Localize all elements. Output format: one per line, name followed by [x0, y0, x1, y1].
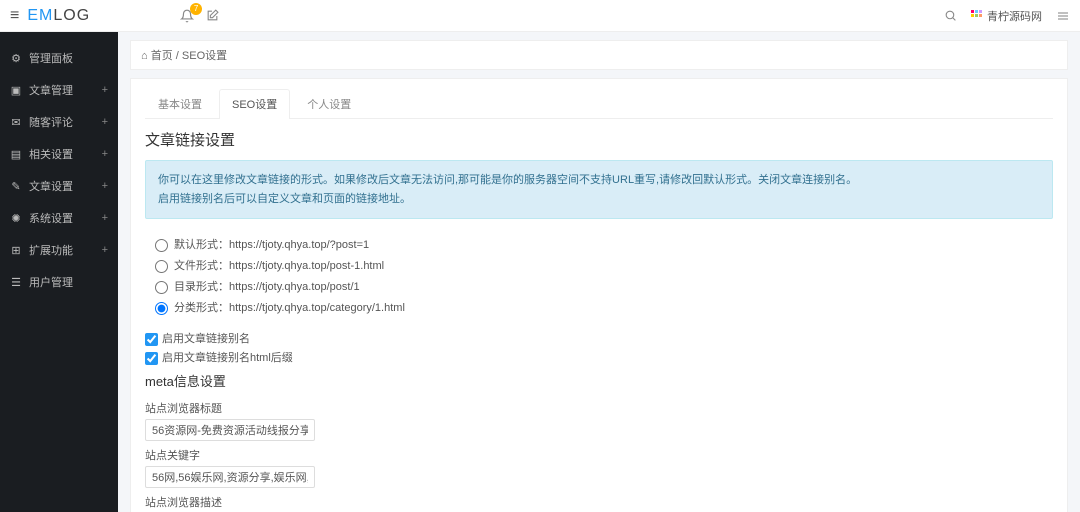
sidebar-icon: ⊞ [10, 244, 22, 257]
desc-label: 站点浏览器描述 [145, 494, 1053, 510]
sidebar-icon: ▤ [10, 148, 22, 161]
site-keywords-input[interactable] [145, 466, 315, 488]
sidebar-icon: ⚙ [10, 52, 22, 65]
url-radio-label: 默认形式： [174, 239, 229, 251]
alias-check-1[interactable]: 启用文章链接别名html后缀 [145, 349, 1053, 365]
url-format-radios: 默认形式：https://tjoty.qhya.top/?post=1文件形式：… [145, 229, 1053, 326]
settings-panel: 基本设置SEO设置个人设置 文章链接设置 你可以在这里修改文章链接的形式。如果修… [130, 78, 1068, 512]
url-format-option-0[interactable]: 默认形式：https://tjoty.qhya.top/?post=1 [155, 236, 1053, 252]
url-example: https://tjoty.qhya.top/post-1.html [229, 260, 384, 272]
sidebar-icon: ✉ [10, 116, 22, 129]
compose-icon[interactable] [206, 9, 219, 22]
alert-info: 你可以在这里修改文章链接的形式。如果修改后文章无法访问,那可能是你的服务器空间不… [145, 160, 1053, 219]
top-icons: 7 [180, 9, 219, 23]
user-menu-icon[interactable] [1056, 10, 1070, 22]
alias-checkbox-1[interactable] [145, 352, 158, 365]
sidebar-item-label: 用户管理 [29, 274, 73, 290]
sidebar-item-label: 文章管理 [29, 82, 73, 98]
sidebar-item-label: 随客评论 [29, 114, 73, 130]
sidebar-item-0[interactable]: ⚙ 管理面板 [0, 42, 118, 74]
url-radio-2[interactable] [155, 281, 168, 294]
notification-badge: 7 [190, 3, 202, 15]
sidebar-item-label: 系统设置 [29, 210, 73, 226]
url-format-option-2[interactable]: 目录形式：https://tjoty.qhya.top/post/1 [155, 278, 1053, 294]
sidebar: ⚙ 管理面板 ▣ 文章管理 + ✉ 随客评论 + ▤ 相关设置 + ✎ 文章设置 + ✺ 系统设置 + ⊞ 扩展功能… [0, 32, 118, 512]
expand-icon: + [102, 212, 108, 224]
url-example: https://tjoty.qhya.top/post/1 [229, 281, 360, 293]
home-icon: ⌂ [141, 50, 148, 62]
url-radio-3[interactable] [155, 302, 168, 315]
alert-line2: 启用链接别名后可以自定义文章和页面的链接地址。 [158, 190, 1040, 209]
sidebar-item-5[interactable]: ✺ 系统设置 + [0, 202, 118, 234]
sidebar-item-label: 相关设置 [29, 146, 73, 162]
url-radio-label: 分类形式： [174, 302, 229, 314]
breadcrumb-home[interactable]: 首页 [151, 50, 173, 62]
sidebar-icon: ▣ [10, 84, 22, 97]
meta-section-title: meta信息设置 [145, 371, 1053, 390]
top-right: 青柠源码网 [944, 8, 1070, 24]
alias-check-label: 启用文章链接别名 [162, 333, 250, 345]
keywords-label: 站点关键字 [145, 447, 1053, 463]
alias-check-0[interactable]: 启用文章链接别名 [145, 330, 1053, 346]
alias-checkbox-0[interactable] [145, 333, 158, 346]
site-name-text: 青柠源码网 [987, 8, 1042, 24]
sidebar-icon: ✎ [10, 180, 22, 193]
url-example: https://tjoty.qhya.top/?post=1 [229, 239, 369, 251]
url-example: https://tjoty.qhya.top/category/1.html [229, 302, 405, 314]
title-label: 站点浏览器标题 [145, 400, 1053, 416]
sidebar-item-6[interactable]: ⊞ 扩展功能 + [0, 234, 118, 266]
sidebar-item-label: 扩展功能 [29, 242, 73, 258]
url-radio-label: 文件形式： [174, 260, 229, 272]
alert-line1: 你可以在这里修改文章链接的形式。如果修改后文章无法访问,那可能是你的服务器空间不… [158, 171, 1040, 190]
expand-icon: + [102, 148, 108, 160]
link-section-title: 文章链接设置 [145, 129, 1053, 150]
tabs: 基本设置SEO设置个人设置 [145, 89, 1053, 119]
breadcrumb-sep: / [176, 50, 179, 62]
url-format-option-1[interactable]: 文件形式：https://tjoty.qhya.top/post-1.html [155, 257, 1053, 273]
sidebar-item-2[interactable]: ✉ 随客评论 + [0, 106, 118, 138]
breadcrumb: ⌂ 首页 / SEO设置 [130, 40, 1068, 70]
brand-log: LOG [53, 7, 90, 24]
sidebar-item-1[interactable]: ▣ 文章管理 + [0, 74, 118, 106]
url-radio-1[interactable] [155, 260, 168, 273]
brand[interactable]: EMLOG [27, 7, 90, 25]
sidebar-item-label: 文章设置 [29, 178, 73, 194]
url-format-option-3[interactable]: 分类形式：https://tjoty.qhya.top/category/1.h… [155, 299, 1053, 315]
sidebar-item-4[interactable]: ✎ 文章设置 + [0, 170, 118, 202]
search-icon[interactable] [944, 9, 957, 22]
expand-icon: + [102, 116, 108, 128]
expand-icon: + [102, 84, 108, 96]
expand-icon: + [102, 244, 108, 256]
main-content: ⌂ 首页 / SEO设置 基本设置SEO设置个人设置 文章链接设置 你可以在这里… [118, 32, 1080, 512]
breadcrumb-current: SEO设置 [182, 50, 227, 62]
sidebar-icon: ✺ [10, 212, 22, 225]
sidebar-item-7[interactable]: ☰ 用户管理 [0, 266, 118, 298]
tab-0[interactable]: 基本设置 [145, 89, 215, 118]
site-title-input[interactable] [145, 419, 315, 441]
brand-em: EM [27, 7, 53, 24]
expand-icon: + [102, 180, 108, 192]
menu-toggle-icon[interactable]: ≡ [10, 7, 19, 25]
tab-1[interactable]: SEO设置 [219, 89, 290, 119]
topbar: ≡ EMLOG 7 青柠源码网 [0, 0, 1080, 32]
bell-icon[interactable]: 7 [180, 9, 194, 23]
sidebar-item-3[interactable]: ▤ 相关设置 + [0, 138, 118, 170]
sidebar-icon: ☰ [10, 276, 22, 289]
tab-2[interactable]: 个人设置 [294, 89, 364, 118]
url-radio-label: 目录形式： [174, 281, 229, 293]
alias-check-label: 启用文章链接别名html后缀 [162, 352, 293, 364]
sidebar-item-label: 管理面板 [29, 50, 73, 66]
site-link[interactable]: 青柠源码网 [971, 8, 1042, 24]
url-radio-0[interactable] [155, 239, 168, 252]
grid-icon [971, 10, 983, 22]
alias-checks: 启用文章链接别名启用文章链接别名html后缀 [145, 330, 1053, 365]
